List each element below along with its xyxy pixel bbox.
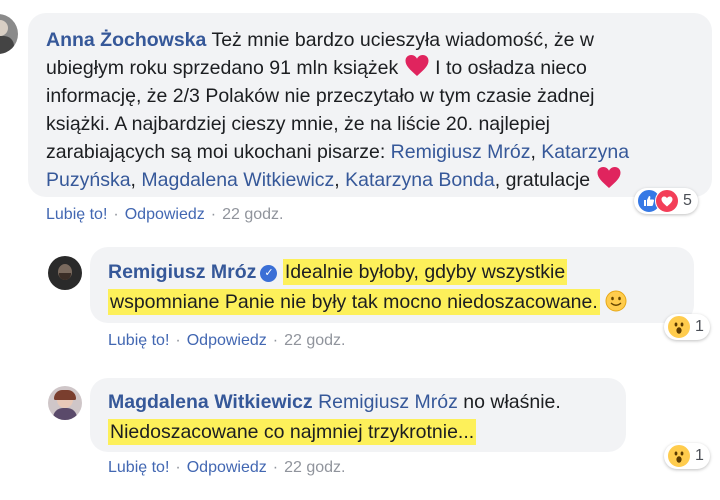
mention-link[interactable]: Remigiusz Mróz (391, 141, 531, 163)
mention-link[interactable]: Katarzyna (536, 141, 629, 163)
comment-actions: Lubię to! · Odpowiedz · 22 godz. (46, 206, 284, 223)
reaction-count: 1 (695, 447, 704, 464)
reply-actions: Lubię to! · Odpowiedz · 22 godz. (108, 459, 346, 476)
reply-button[interactable]: Odpowiedz (125, 206, 205, 223)
reply-author[interactable]: Magdalena Witkiewicz (108, 391, 313, 413)
mention-link[interactable]: Remigiusz Mróz (318, 391, 458, 413)
like-button[interactable]: Lubię to! (108, 332, 169, 349)
reaction-summary[interactable]: 1 (664, 443, 710, 469)
reaction-summary[interactable]: 1 (664, 314, 710, 340)
wow-icon (667, 315, 691, 339)
avatar[interactable] (48, 386, 82, 420)
avatar[interactable] (48, 256, 82, 290)
timestamp[interactable]: 22 godz. (284, 332, 345, 349)
comment-bubble: Anna Żochowska Też mnie bardzo ucieszyła… (28, 13, 712, 197)
reaction-count: 1 (695, 318, 704, 335)
smile-emoji-icon (605, 290, 627, 312)
reply-author[interactable]: Remigiusz Mróz (108, 261, 256, 283)
reply-bubble: Magdalena Witkiewicz Remigiusz Mróz no w… (90, 378, 626, 452)
reaction-count: 5 (683, 192, 692, 209)
avatar[interactable] (0, 14, 18, 54)
mention-link[interactable]: Magdalena Witkiewicz (141, 169, 334, 191)
love-icon (655, 189, 679, 213)
wow-icon (667, 444, 691, 468)
mention-link[interactable]: Puzyńska (46, 169, 131, 191)
timestamp[interactable]: 22 godz. (222, 206, 283, 223)
verified-badge-icon: ✓ (260, 265, 278, 282)
comment-author[interactable]: Anna Żochowska (46, 29, 206, 51)
heart-icon (597, 167, 621, 188)
like-button[interactable]: Lubię to! (108, 459, 169, 476)
timestamp[interactable]: 22 godz. (284, 459, 345, 476)
reply-actions: Lubię to! · Odpowiedz · 22 godz. (108, 332, 346, 349)
reply-text: Remigiusz Mróz ✓ Idealnie byłoby, gdyby w… (108, 257, 708, 317)
heart-icon (405, 55, 429, 76)
mention-link[interactable]: Katarzyna Bonda (345, 169, 495, 191)
like-button[interactable]: Lubię to! (46, 206, 107, 223)
reaction-summary[interactable]: 5 (634, 188, 698, 214)
reply-text: Magdalena Witkiewicz Remigiusz Mróz no w… (108, 391, 561, 445)
comment-text: Anna Żochowska Też mnie bardzo ucieszyła… (46, 29, 630, 191)
reply-button[interactable]: Odpowiedz (187, 459, 267, 476)
reply-button[interactable]: Odpowiedz (187, 332, 267, 349)
reply-bubble: Remigiusz Mróz ✓ Idealnie byłoby, gdyby w… (90, 247, 694, 323)
